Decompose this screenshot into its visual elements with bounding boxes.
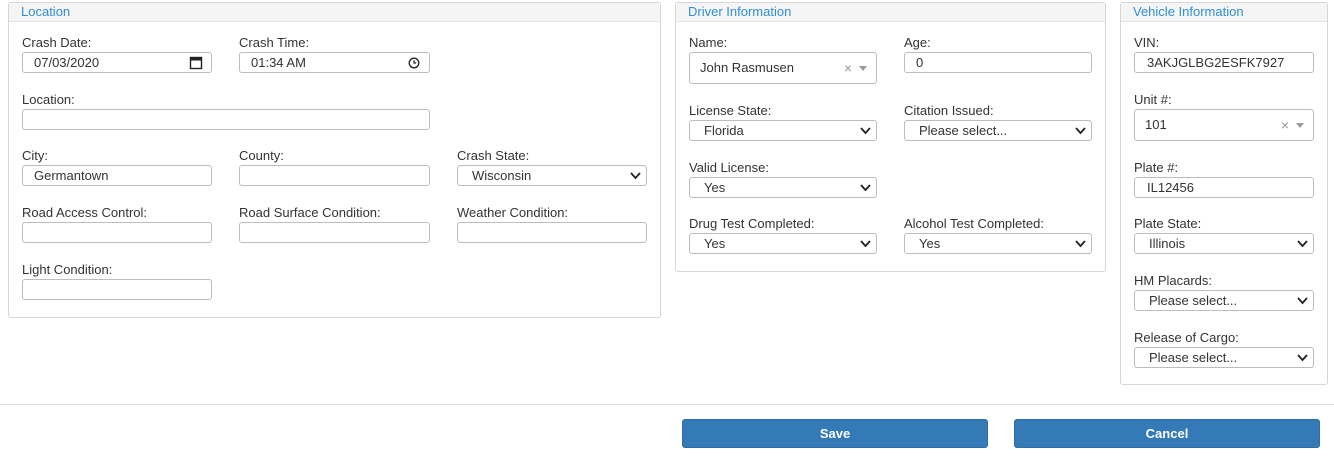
vin-label: VIN: [1134, 35, 1160, 50]
name-value: John Rasmusen [700, 60, 794, 75]
cancel-button[interactable]: Cancel [1014, 419, 1320, 448]
plate-input[interactable]: IL12456 [1134, 177, 1314, 198]
valid-license-select[interactable]: Yes [689, 177, 877, 198]
unit-label: Unit #: [1134, 92, 1172, 107]
license-state-label: License State: [689, 103, 772, 118]
age-label: Age: [904, 35, 931, 50]
calendar-icon[interactable] [189, 55, 203, 70]
license-state-select[interactable]: Florida [689, 120, 877, 141]
driver-panel-title: Driver Information [676, 3, 1105, 22]
vin-value: 3AKJGLBG2ESFK7927 [1147, 55, 1285, 70]
vin-input[interactable]: 3AKJGLBG2ESFK7927 [1134, 52, 1314, 73]
county-label: County: [239, 148, 284, 163]
alcohol-test-label: Alcohol Test Completed: [904, 216, 1044, 231]
crash-time-label: Crash Time: [239, 35, 310, 50]
valid-license-label: Valid License: [689, 160, 769, 175]
vehicle-panel: Vehicle Information VIN: 3AKJGLBG2ESFK79… [1120, 2, 1328, 385]
release-cargo-value: Please select... [1149, 350, 1238, 365]
unit-value: 101 [1145, 117, 1167, 132]
road-surface-input[interactable] [239, 222, 430, 243]
crash-state-label: Crash State: [457, 148, 530, 163]
chevron-down-icon [860, 127, 871, 135]
plate-value: IL12456 [1147, 180, 1194, 195]
chevron-down-icon [1075, 240, 1086, 248]
citation-value: Please select... [919, 123, 1008, 138]
driver-panel: Driver Information Name: John Rasmusen ×… [675, 2, 1106, 272]
location-label: Location: [22, 92, 75, 107]
age-input[interactable]: 0 [904, 52, 1092, 73]
road-access-label: Road Access Control: [22, 205, 148, 220]
valid-license-value: Yes [704, 180, 726, 195]
alcohol-test-select[interactable]: Yes [904, 233, 1092, 254]
drug-test-label: Drug Test Completed: [689, 216, 815, 231]
plate-state-select[interactable]: Illinois [1134, 233, 1314, 254]
chevron-down-icon [1075, 127, 1086, 135]
weather-input[interactable] [457, 222, 647, 243]
county-input[interactable] [239, 165, 430, 186]
hm-placards-label: HM Placards: [1134, 273, 1213, 288]
city-label: City: [22, 148, 48, 163]
hm-placards-select[interactable]: Please select... [1134, 290, 1314, 311]
release-cargo-label: Release of Cargo: [1134, 330, 1239, 345]
crash-date-label: Crash Date: [22, 35, 92, 50]
plate-label: Plate #: [1134, 160, 1179, 175]
dropdown-arrow-icon[interactable] [1296, 123, 1304, 128]
drug-test-select[interactable]: Yes [689, 233, 877, 254]
plate-state-label: Plate State: [1134, 216, 1202, 231]
location-panel-title: Location [9, 3, 660, 22]
name-select[interactable]: John Rasmusen × [689, 52, 877, 84]
clear-icon[interactable]: × [844, 53, 852, 83]
location-input[interactable] [22, 109, 430, 130]
chevron-down-icon [1297, 354, 1308, 362]
name-label: Name: [689, 35, 728, 50]
footer-divider [0, 404, 1334, 405]
alcohol-test-value: Yes [919, 236, 941, 251]
road-surface-label: Road Surface Condition: [239, 205, 381, 220]
unit-select[interactable]: 101 × [1134, 109, 1314, 141]
location-panel: Location Crash Date: 07/03/2020 Crash Ti… [8, 2, 661, 318]
save-button[interactable]: Save [682, 419, 988, 448]
light-condition-label: Light Condition: [22, 262, 113, 277]
clear-icon[interactable]: × [1281, 110, 1289, 140]
light-condition-input[interactable] [22, 279, 212, 300]
citation-select[interactable]: Please select... [904, 120, 1092, 141]
chevron-down-icon [1297, 297, 1308, 305]
crash-date-value: 07/03/2020 [34, 55, 100, 70]
city-value: Germantown [34, 168, 109, 183]
crash-time-input[interactable]: 01:34 AM [239, 52, 430, 73]
plate-state-value: Illinois [1149, 236, 1186, 251]
clock-icon[interactable] [407, 55, 421, 70]
chevron-down-icon [860, 184, 871, 192]
crash-state-value: Wisconsin [472, 168, 532, 183]
age-value: 0 [916, 55, 924, 70]
crash-state-select[interactable]: Wisconsin [457, 165, 647, 186]
citation-label: Citation Issued: [904, 103, 994, 118]
hm-placards-value: Please select... [1149, 293, 1238, 308]
road-access-input[interactable] [22, 222, 212, 243]
release-cargo-select[interactable]: Please select... [1134, 347, 1314, 368]
chevron-down-icon [1297, 240, 1308, 248]
license-state-value: Florida [704, 123, 744, 138]
city-input[interactable]: Germantown [22, 165, 212, 186]
weather-label: Weather Condition: [457, 205, 569, 220]
crash-date-input[interactable]: 07/03/2020 [22, 52, 212, 73]
dropdown-arrow-icon[interactable] [859, 66, 867, 71]
chevron-down-icon [860, 240, 871, 248]
crash-time-value: 01:34 AM [251, 55, 306, 70]
vehicle-panel-title: Vehicle Information [1121, 3, 1327, 22]
chevron-down-icon [630, 172, 641, 180]
drug-test-value: Yes [704, 236, 726, 251]
